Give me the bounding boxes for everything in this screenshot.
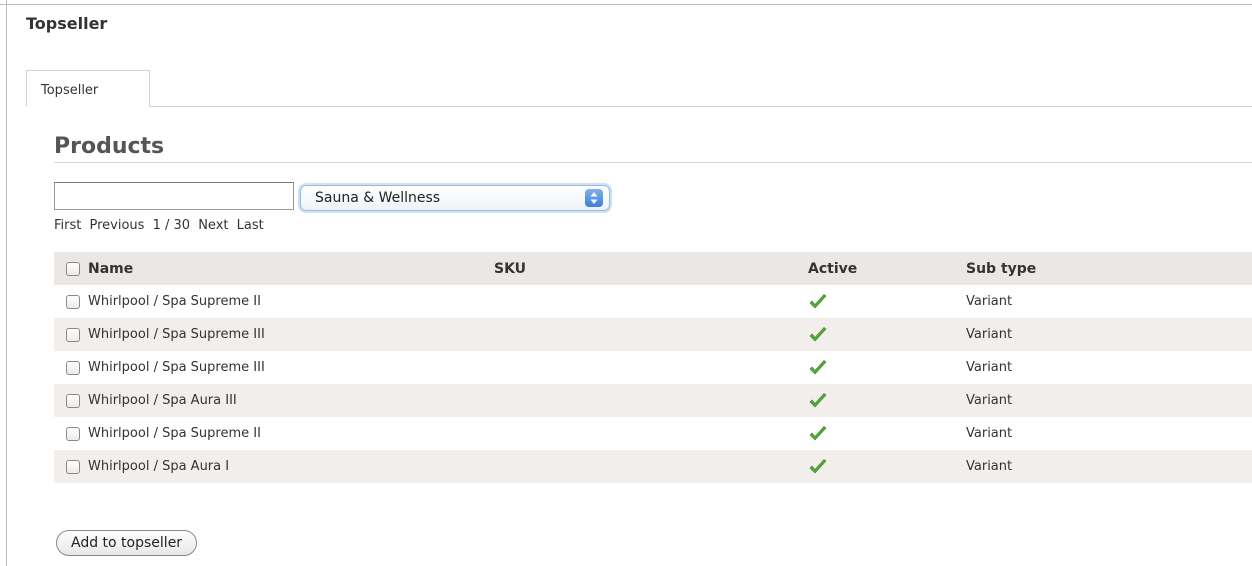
row-checkbox[interactable] — [66, 459, 80, 474]
cell-sub-type: Variant — [966, 450, 1252, 483]
pager-last-link[interactable]: Last — [237, 218, 264, 233]
products-heading: Products — [54, 134, 165, 159]
checkmark-icon — [808, 293, 828, 311]
window-top-border — [0, 0, 1252, 5]
table-row[interactable]: Whirlpool / Spa Aura III Variant — [54, 384, 1252, 417]
cell-active — [808, 285, 966, 318]
table-row[interactable]: Whirlpool / Spa Supreme II Variant — [54, 417, 1252, 450]
cell-active — [808, 351, 966, 384]
column-header-name: Name — [54, 252, 494, 285]
window-left-border — [6, 0, 7, 566]
select-all-checkbox[interactable] — [66, 261, 80, 276]
row-checkbox[interactable] — [66, 393, 80, 408]
pager-previous-link[interactable]: Previous — [90, 218, 145, 233]
cell-name: Whirlpool / Spa Aura I — [54, 450, 494, 483]
cell-sub-type: Variant — [966, 417, 1252, 450]
row-checkbox[interactable] — [66, 360, 80, 375]
product-name: Whirlpool / Spa Supreme II — [88, 426, 261, 441]
product-name: Whirlpool / Spa Aura III — [88, 393, 237, 408]
cell-active — [808, 417, 966, 450]
tab-topseller[interactable]: Topseller — [26, 70, 150, 107]
checkmark-icon — [808, 392, 828, 410]
product-name: Whirlpool / Spa Supreme II — [88, 294, 261, 309]
table-row[interactable]: Whirlpool / Spa Supreme III Variant — [54, 351, 1252, 384]
table-body: Whirlpool / Spa Supreme II Variant Whirlpo… — [54, 285, 1252, 483]
cell-sub-type: Variant — [966, 351, 1252, 384]
row-checkbox[interactable] — [66, 327, 80, 342]
cell-sub-type: Variant — [966, 384, 1252, 417]
add-to-topseller-button[interactable]: Add to topseller — [56, 530, 198, 556]
column-header-sku: SKU — [494, 252, 808, 285]
checkmark-icon — [808, 359, 828, 377]
checkmark-icon — [808, 326, 828, 344]
checkmark-icon — [808, 458, 828, 476]
column-header-active: Active — [808, 252, 966, 285]
category-select-value: Sauna & Wellness — [315, 190, 441, 206]
product-name: Whirlpool / Spa Aura I — [88, 459, 230, 474]
pager-next-link[interactable]: Next — [198, 218, 228, 233]
product-name: Whirlpool / Spa Supreme III — [88, 360, 265, 375]
category-select[interactable]: Sauna & Wellness — [300, 185, 610, 211]
cell-sku — [494, 351, 808, 384]
pager-first-link[interactable]: First — [54, 218, 81, 233]
cell-sku — [494, 450, 808, 483]
cell-name: Whirlpool / Spa Supreme II — [54, 417, 494, 450]
cell-name: Whirlpool / Spa Aura III — [54, 384, 494, 417]
column-header-sub-type: Sub type — [966, 252, 1252, 285]
section-divider — [54, 162, 1252, 163]
pager: First Previous 1 / 30 Next Last — [54, 218, 268, 233]
row-checkbox[interactable] — [66, 294, 80, 309]
cell-sku — [494, 318, 808, 351]
cell-active — [808, 384, 966, 417]
search-input[interactable] — [54, 182, 294, 210]
products-table: Name SKU Active Sub type Whirlpool / Spa… — [54, 252, 1252, 483]
checkmark-icon — [808, 425, 828, 443]
row-checkbox[interactable] — [66, 426, 80, 441]
page-title: Topseller — [26, 14, 108, 33]
table-header-row: Name SKU Active Sub type — [54, 252, 1252, 285]
cell-active — [808, 450, 966, 483]
cell-sku — [494, 417, 808, 450]
cell-active — [808, 318, 966, 351]
cell-name: Whirlpool / Spa Supreme III — [54, 351, 494, 384]
cell-sub-type: Variant — [966, 285, 1252, 318]
table-row[interactable]: Whirlpool / Spa Supreme II Variant — [54, 285, 1252, 318]
cell-name: Whirlpool / Spa Supreme II — [54, 285, 494, 318]
table-row[interactable]: Whirlpool / Spa Aura I Variant — [54, 450, 1252, 483]
pager-page-info: 1 / 30 — [152, 218, 191, 233]
cell-sub-type: Variant — [966, 318, 1252, 351]
cell-sku — [494, 384, 808, 417]
updown-arrows-icon — [585, 189, 603, 207]
tab-strip — [26, 106, 1252, 107]
product-name: Whirlpool / Spa Supreme III — [88, 327, 265, 342]
cell-name: Whirlpool / Spa Supreme III — [54, 318, 494, 351]
cell-sku — [494, 285, 808, 318]
table-row[interactable]: Whirlpool / Spa Supreme III Variant — [54, 318, 1252, 351]
